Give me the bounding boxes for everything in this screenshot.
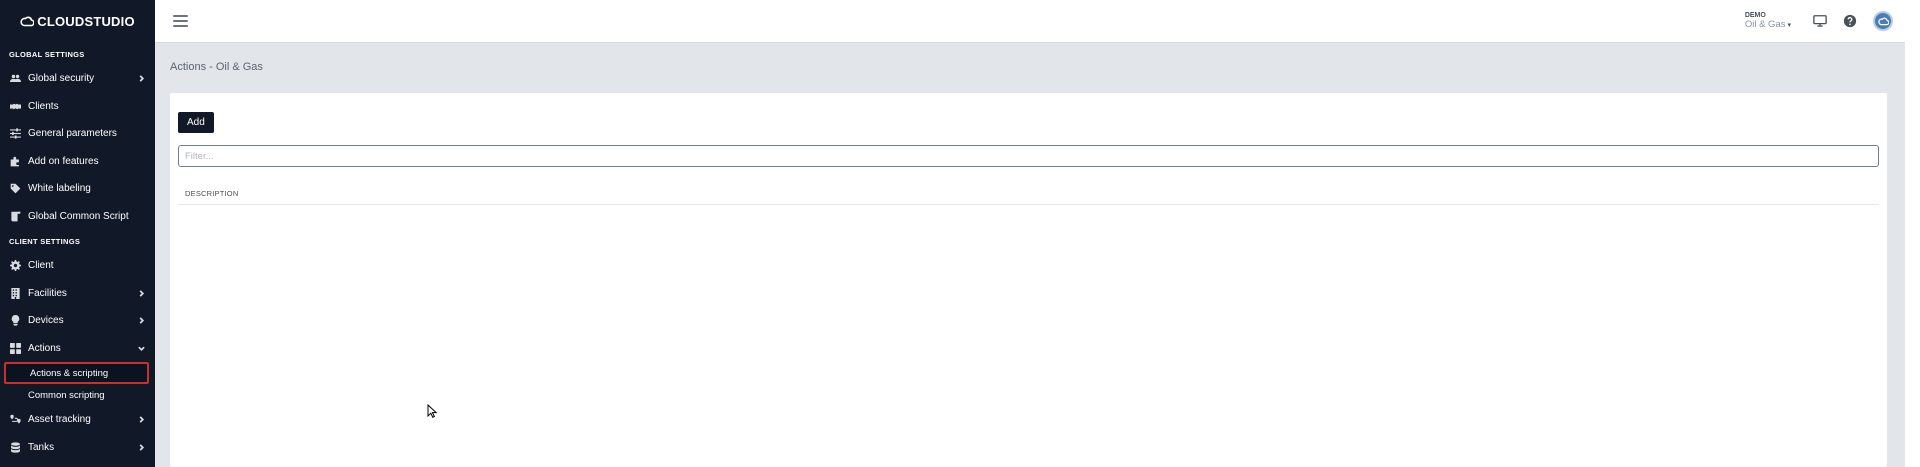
user-avatar[interactable] [1873, 11, 1893, 31]
building-icon [9, 287, 21, 299]
sidebar-item-label: Tanks [28, 441, 55, 453]
grid-icon [9, 342, 21, 354]
sidebar-item-label: General parameters [28, 128, 117, 140]
sidebar-item-label: Global security [28, 73, 95, 85]
top-bar-actions: DEMO Oil & Gas ▾ [1745, 0, 1905, 42]
sidebar-item-devices[interactable]: Devices [0, 307, 155, 335]
brand-logo[interactable]: CLOUDSTUDIO [0, 0, 155, 43]
sidebar-item-client[interactable]: Client [0, 252, 155, 280]
sidebar-item-actions[interactable]: Actions [0, 335, 155, 363]
org-group-label: DEMO [1744, 12, 1766, 19]
sidebar-item-global-security[interactable]: Global security [0, 65, 155, 93]
sidebar-item-asset-tracking[interactable]: Asset tracking [0, 406, 155, 434]
page-title: Actions - Oil & Gas [170, 61, 263, 73]
add-button[interactable]: Add [178, 112, 214, 133]
sidebar-item-add-on-features[interactable]: Add on features [0, 148, 155, 176]
sidebar-item-global-common-script[interactable]: Global Common Script [0, 203, 155, 231]
menu-toggle-icon[interactable] [173, 15, 188, 27]
sidebar-item-label: Facilities [28, 287, 67, 299]
column-header-description[interactable]: DESCRIPTION [185, 189, 238, 198]
cloud-logo-icon [1877, 17, 1889, 25]
cloud-logo-icon [20, 16, 35, 27]
sidebar-item-clients[interactable]: Clients [0, 93, 155, 121]
lightbulb-icon [9, 315, 21, 327]
mouse-cursor-icon [427, 404, 438, 418]
chevron-down-icon [137, 344, 145, 352]
route-icon [9, 414, 21, 426]
caret-down-icon: ▾ [1787, 21, 1791, 29]
chevron-right-icon [137, 416, 145, 424]
chevron-right-icon [137, 289, 145, 297]
users-icon [9, 73, 21, 85]
sidebar-item-label: Client [28, 260, 54, 272]
sidebar-item-label: Devices [28, 315, 64, 327]
chevron-right-icon [137, 317, 145, 325]
top-bar: DEMO Oil & Gas ▾ [155, 0, 1905, 43]
sidebar-item-label: Clients [28, 100, 59, 112]
window-edge [1905, 0, 1920, 467]
sidebar-item-label: Global Common Script [28, 210, 129, 222]
main-content: Actions - Oil & Gas Add DESCRIPTION [155, 43, 1905, 467]
monitor-icon[interactable] [1812, 13, 1828, 29]
puzzle-icon [9, 155, 21, 167]
chevron-right-icon [137, 75, 145, 83]
sidebar-item-tanks[interactable]: Tanks [0, 434, 155, 462]
global-settings-heading: GLOBAL SETTINGS [9, 49, 85, 59]
tag-icon [9, 183, 21, 195]
sidebar-item-label: Add on features [28, 155, 99, 167]
sidebar-item-label: White labeling [28, 183, 91, 195]
sidebar-item-label: Asset tracking [28, 414, 91, 426]
logo-text: CLOUDSTUDIO [37, 14, 135, 29]
sidebar-subitem-actions-scripting[interactable]: Actions & scripting [4, 362, 149, 384]
sidebar-item-white-labeling[interactable]: White labeling [0, 175, 155, 203]
client-settings-heading: CLIENT SETTINGS [9, 236, 81, 246]
table-header: DESCRIPTION [178, 183, 1879, 205]
help-icon[interactable] [1842, 13, 1858, 29]
org-name-text: Oil & Gas [1744, 19, 1786, 30]
org-name: Oil & Gas ▾ [1745, 19, 1791, 30]
sidebar: CLOUDSTUDIO GLOBAL SETTINGS Global secur… [0, 0, 155, 467]
sidebar-item-label: Actions [28, 342, 61, 354]
sliders-icon [9, 128, 21, 140]
handshake-icon [9, 100, 21, 112]
filter-input[interactable] [178, 145, 1879, 167]
chevron-right-icon [137, 443, 145, 451]
scroll-icon [9, 210, 21, 222]
sidebar-subitem-common-scripting[interactable]: Common scripting [0, 384, 155, 406]
organization-switcher[interactable]: DEMO Oil & Gas ▾ [1745, 12, 1791, 30]
database-icon [9, 441, 21, 453]
gear-icon [9, 260, 21, 272]
sidebar-item-general-parameters[interactable]: General parameters [0, 120, 155, 148]
sidebar-item-facilities[interactable]: Facilities [0, 280, 155, 308]
